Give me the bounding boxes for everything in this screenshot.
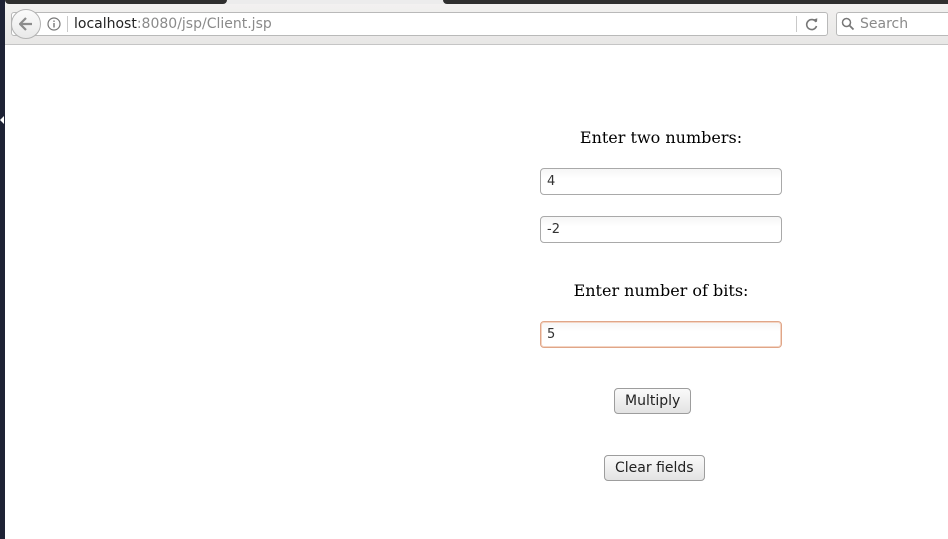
browser-toolbar: localhost:8080/jsp/Client.jsp Search xyxy=(5,4,948,45)
clear-fields-button[interactable]: Clear fields xyxy=(604,455,705,481)
launcher-arrow-icon xyxy=(0,116,4,124)
url-separator xyxy=(67,16,68,32)
search-icon xyxy=(841,17,855,31)
page-content: Enter two numbers: Enter number of bits:… xyxy=(5,45,948,539)
url-path: :8080/jsp/Client.jsp xyxy=(136,16,272,32)
url-host: localhost xyxy=(74,16,137,32)
number2-input[interactable] xyxy=(540,216,782,243)
url-bar[interactable]: localhost:8080/jsp/Client.jsp xyxy=(11,9,828,39)
info-icon[interactable] xyxy=(47,17,61,31)
bits-input[interactable] xyxy=(540,321,782,348)
multiply-button[interactable]: Multiply xyxy=(614,388,692,414)
url-text[interactable]: localhost:8080/jsp/Client.jsp xyxy=(74,15,272,33)
back-button[interactable] xyxy=(11,9,41,39)
bits-label: Enter number of bits: xyxy=(573,281,749,300)
search-bar[interactable]: Search xyxy=(836,12,948,36)
reload-separator xyxy=(796,16,797,32)
reload-icon[interactable] xyxy=(805,17,819,31)
numbers-label: Enter two numbers: xyxy=(579,128,743,147)
search-placeholder: Search xyxy=(860,16,909,32)
number1-input[interactable] xyxy=(540,168,782,195)
back-arrow-icon xyxy=(19,17,32,31)
